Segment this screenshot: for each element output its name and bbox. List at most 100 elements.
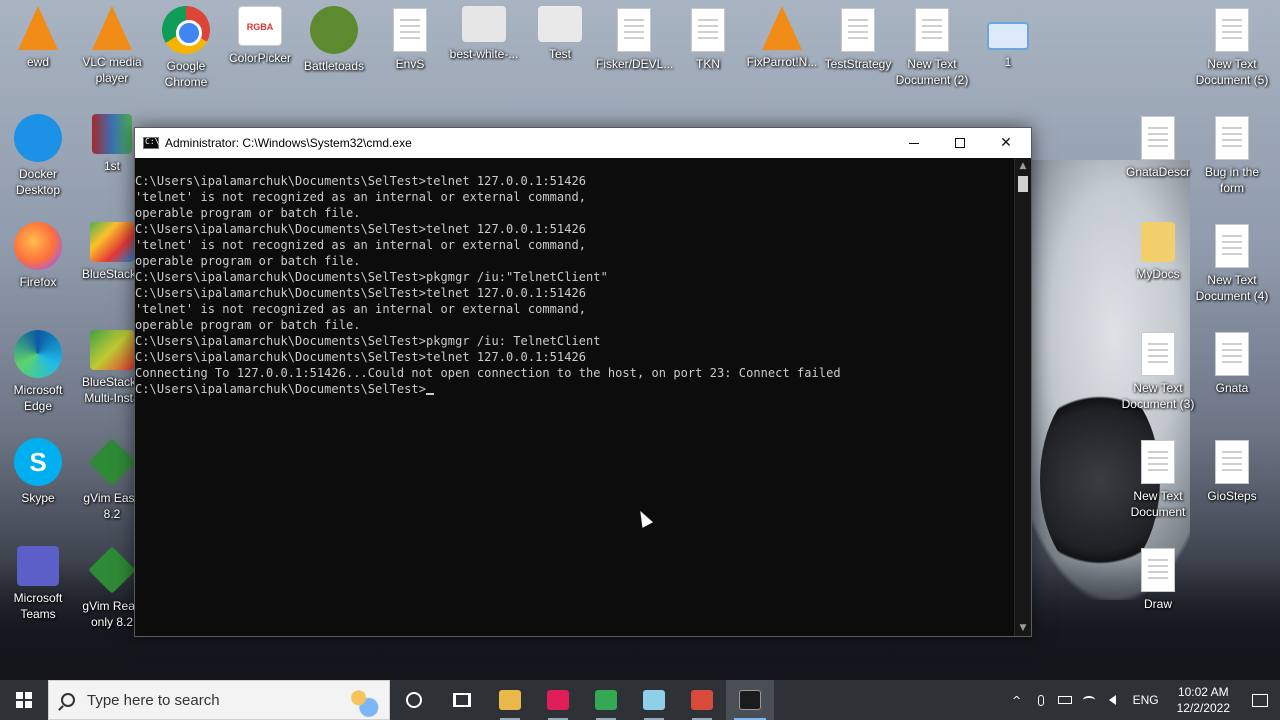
slack-icon	[547, 690, 569, 710]
edge-icon	[14, 330, 62, 378]
text-document-icon	[1215, 440, 1249, 484]
desktop-icon-teststrategy[interactable]: TestStrategy	[820, 6, 896, 72]
vim-icon	[88, 438, 136, 486]
console-line: C:\Users\ipalamarchuk\Documents\SelTest>…	[135, 222, 587, 236]
desktop-icon-best-white[interactable]: best-white-...	[446, 6, 522, 62]
vlc-icon	[762, 6, 802, 50]
desktop-icon-envs[interactable]: EnvS	[372, 6, 448, 72]
taskbar-app-command-prompt[interactable]	[726, 680, 774, 720]
desktop-icon-colorpicker[interactable]: RGBA ColorPicker	[222, 6, 298, 66]
desktop-icon-chrome[interactable]: Google Chrome	[148, 6, 224, 90]
network-icon[interactable]	[1077, 680, 1101, 720]
taskbar-app-notepad[interactable]	[630, 680, 678, 720]
desktop-icon-gnatadescr[interactable]: GnataDescr	[1120, 114, 1196, 180]
desktop-icon-new-text-2[interactable]: New Text Document (2)	[894, 6, 970, 88]
taskbar-app-slack[interactable]	[534, 680, 582, 720]
input-language[interactable]: ENG	[1125, 693, 1167, 707]
cortana-button[interactable]	[390, 680, 438, 720]
volume-icon[interactable]	[1101, 680, 1125, 720]
cmd-titlebar[interactable]: Administrator: C:\Windows\System32\cmd.e…	[135, 128, 1031, 158]
desktop-icon-new-text[interactable]: New Text Document	[1120, 438, 1196, 520]
notifications-button[interactable]	[1240, 680, 1280, 720]
notepad-icon	[643, 690, 665, 710]
desktop-icon-firefox[interactable]: Firefox	[0, 222, 76, 290]
scrollbar-thumb[interactable]	[1018, 176, 1028, 192]
desktop-icon-mydocs[interactable]: MyDocs	[1120, 222, 1196, 282]
text-document-icon	[1215, 332, 1249, 376]
chrome-icon	[162, 6, 210, 54]
file-explorer-icon	[499, 690, 521, 710]
clock-time: 10:02 AM	[1177, 685, 1229, 699]
desktop-icon-fisker[interactable]: Fisker/DEVL...	[596, 6, 673, 72]
show-hidden-icons-button[interactable]: ^	[1005, 680, 1029, 720]
maximize-icon	[955, 138, 965, 148]
folder-icon	[1141, 222, 1175, 262]
desktop-icon-docker[interactable]: Docker Desktop	[0, 114, 76, 198]
text-document-icon	[691, 8, 725, 52]
console-line: 'telnet' is not recognized as an interna…	[135, 302, 587, 316]
text-document-icon	[1141, 440, 1175, 484]
desktop-icon-vlc[interactable]: VLC media player	[74, 6, 150, 86]
close-icon: ✕	[1000, 135, 1012, 151]
google-chrome-icon	[595, 690, 617, 710]
cortana-icon	[406, 692, 422, 708]
text-document-icon	[1215, 224, 1249, 268]
desktop-icon-test[interactable]: Test	[522, 6, 598, 62]
scroll-down-arrow-icon[interactable]: ▼	[1015, 620, 1031, 636]
desktop-icon-giosteps[interactable]: GioSteps	[1194, 438, 1270, 504]
desktop-icon-new-text-3[interactable]: New Text Document (3)	[1120, 330, 1196, 412]
cmd-window[interactable]: Administrator: C:\Windows\System32\cmd.e…	[134, 127, 1032, 637]
desktop-icon-battletoads[interactable]: Battletoads	[296, 6, 372, 74]
desktop-icon-gnata[interactable]: Gnata	[1194, 330, 1270, 396]
desktop-icon-edge[interactable]: Microsoft Edge	[0, 330, 76, 414]
clock-date: 12/2/2022	[1176, 701, 1230, 715]
console-line: C:\Users\ipalamarchuk\Documents\SelTest>…	[135, 334, 601, 348]
search-placeholder: Type here to search	[87, 691, 220, 709]
desktop-icon-fixparrot[interactable]: FixParrot!N...	[744, 6, 820, 70]
text-document-icon	[1215, 8, 1249, 52]
text-document-icon	[1141, 116, 1175, 160]
search-icon	[61, 693, 75, 707]
console-line: operable program or batch file.	[135, 318, 361, 332]
firefox-icon	[14, 222, 62, 270]
close-button[interactable]: ✕	[983, 128, 1029, 158]
minimize-icon	[909, 142, 919, 144]
desktop-icon-skype[interactable]: S Skype	[0, 438, 76, 506]
desktop-icon-bug-in-form[interactable]: Bug in the form	[1194, 114, 1270, 196]
taskbar-app-paint[interactable]	[678, 680, 726, 720]
console-output[interactable]: C:\Users\ipalamarchuk\Documents\SelTest>…	[135, 158, 1014, 636]
task-view-button[interactable]	[438, 680, 486, 720]
desktop-icon-ewd[interactable]: ewd	[0, 6, 76, 70]
scrollbar[interactable]: ▲ ▼	[1014, 158, 1031, 636]
start-button[interactable]	[0, 680, 48, 720]
vim-icon	[88, 546, 136, 594]
desktop-icon-teams[interactable]: Microsoft Teams	[0, 546, 76, 622]
maximize-button[interactable]	[937, 128, 983, 158]
taskbar-app-google-chrome[interactable]	[582, 680, 630, 720]
minimize-button[interactable]	[891, 128, 937, 158]
command-prompt-icon	[739, 690, 761, 710]
text-document-icon	[393, 8, 427, 52]
console-line: C:\Users\ipalamarchuk\Documents\SelTest>…	[135, 350, 587, 364]
battery-icon[interactable]	[1053, 680, 1077, 720]
text-document-icon	[617, 8, 651, 52]
bluestacks-icon	[90, 222, 134, 262]
console-line: 'telnet' is not recognized as an interna…	[135, 238, 587, 252]
desktop-icon-1[interactable]: 1	[970, 6, 1046, 70]
clock[interactable]: 10:02 AM 12/2/2022	[1167, 684, 1240, 716]
search-highlight-icon	[345, 685, 379, 717]
desktop-icon-new-text-5[interactable]: New Text Document (5)	[1194, 6, 1270, 88]
microphone-icon[interactable]	[1029, 680, 1053, 720]
scroll-up-arrow-icon[interactable]: ▲	[1015, 158, 1031, 174]
desktop-icon-new-text-4[interactable]: New Text Document (4)	[1194, 222, 1270, 304]
gear-file-icon	[538, 6, 582, 42]
desktop-icon-draw[interactable]: Draw	[1120, 546, 1196, 612]
window-file-icon	[987, 22, 1029, 50]
taskbar-search-box[interactable]: Type here to search	[48, 680, 390, 720]
paint-icon	[691, 690, 713, 710]
taskbar-app-file-explorer[interactable]	[486, 680, 534, 720]
desktop-icon-tkn[interactable]: TKN	[670, 6, 746, 72]
system-tray: ^ ENG 10:02 AM 12/2/2022	[1005, 680, 1280, 720]
windows-logo-icon	[16, 692, 32, 708]
colorpicker-icon: RGBA	[238, 6, 282, 46]
